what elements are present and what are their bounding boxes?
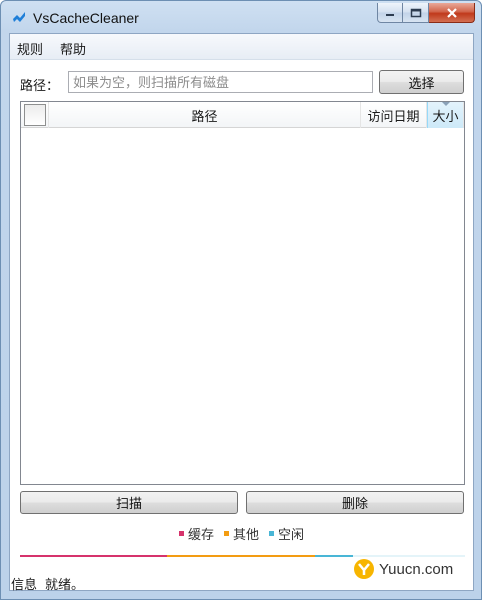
cache-color-swatch — [178, 531, 184, 536]
watermark-logo-icon — [354, 559, 374, 579]
close-icon — [446, 7, 457, 18]
status-text: 就绪。 — [45, 577, 85, 592]
disk-legend: 缓存 其他 空闲 — [10, 524, 473, 543]
close-button[interactable] — [429, 3, 475, 23]
select-button[interactable]: 选择 — [379, 70, 464, 94]
legend-other-label: 其他 — [232, 527, 259, 542]
window-frame: VsCacheCleaner 规则 帮助 路径： 选择 — [0, 0, 482, 600]
path-label: 路径： — [20, 78, 60, 93]
column-header-size[interactable]: 大小 — [427, 102, 464, 128]
scan-button[interactable]: 扫描 — [20, 491, 238, 514]
maximize-button[interactable] — [403, 3, 429, 23]
delete-button[interactable]: 删除 — [246, 491, 464, 514]
title-bar[interactable]: VsCacheCleaner — [2, 2, 480, 34]
status-label: 信息 — [11, 577, 38, 592]
other-color-swatch — [223, 531, 229, 536]
minimize-icon — [386, 13, 394, 16]
window-controls — [377, 3, 475, 23]
path-input[interactable] — [68, 71, 373, 93]
legend-cache: 缓存 — [178, 524, 214, 543]
column-header-size-label: 大小 — [432, 108, 459, 124]
watermark: Yuucn.com — [353, 551, 465, 587]
legend-free: 空闲 — [269, 524, 304, 543]
column-header-path[interactable]: 路径 — [49, 102, 361, 128]
usage-other-segment — [167, 555, 315, 557]
minimize-button[interactable] — [377, 3, 403, 23]
usage-cache-segment — [20, 555, 167, 557]
column-header-date[interactable]: 访问日期 — [361, 102, 427, 128]
table-header: 路径 访问日期 大小 — [21, 102, 464, 128]
sort-arrow-icon — [442, 102, 450, 106]
menu-rules[interactable]: 规则 — [17, 39, 43, 58]
vs-logo-icon — [13, 12, 25, 22]
select-all-checkbox[interactable] — [23, 104, 46, 126]
file-list-table[interactable]: 路径 访问日期 大小 — [20, 101, 465, 485]
free-color-swatch — [269, 531, 274, 536]
legend-other: 其他 — [223, 524, 259, 543]
legend-cache-label: 缓存 — [187, 527, 214, 542]
maximize-icon — [410, 8, 421, 17]
menu-bar: 规则 帮助 — [10, 34, 473, 60]
legend-free-label: 空闲 — [278, 527, 305, 542]
select-all-header — [21, 102, 49, 128]
menu-help[interactable]: 帮助 — [60, 39, 86, 58]
client-area: 规则 帮助 路径： 选择 路径 访问日期 大小 扫描 删除 — [9, 33, 474, 592]
watermark-text: Yuucn.com — [379, 560, 454, 578]
window-title: VsCacheCleaner — [33, 10, 139, 26]
